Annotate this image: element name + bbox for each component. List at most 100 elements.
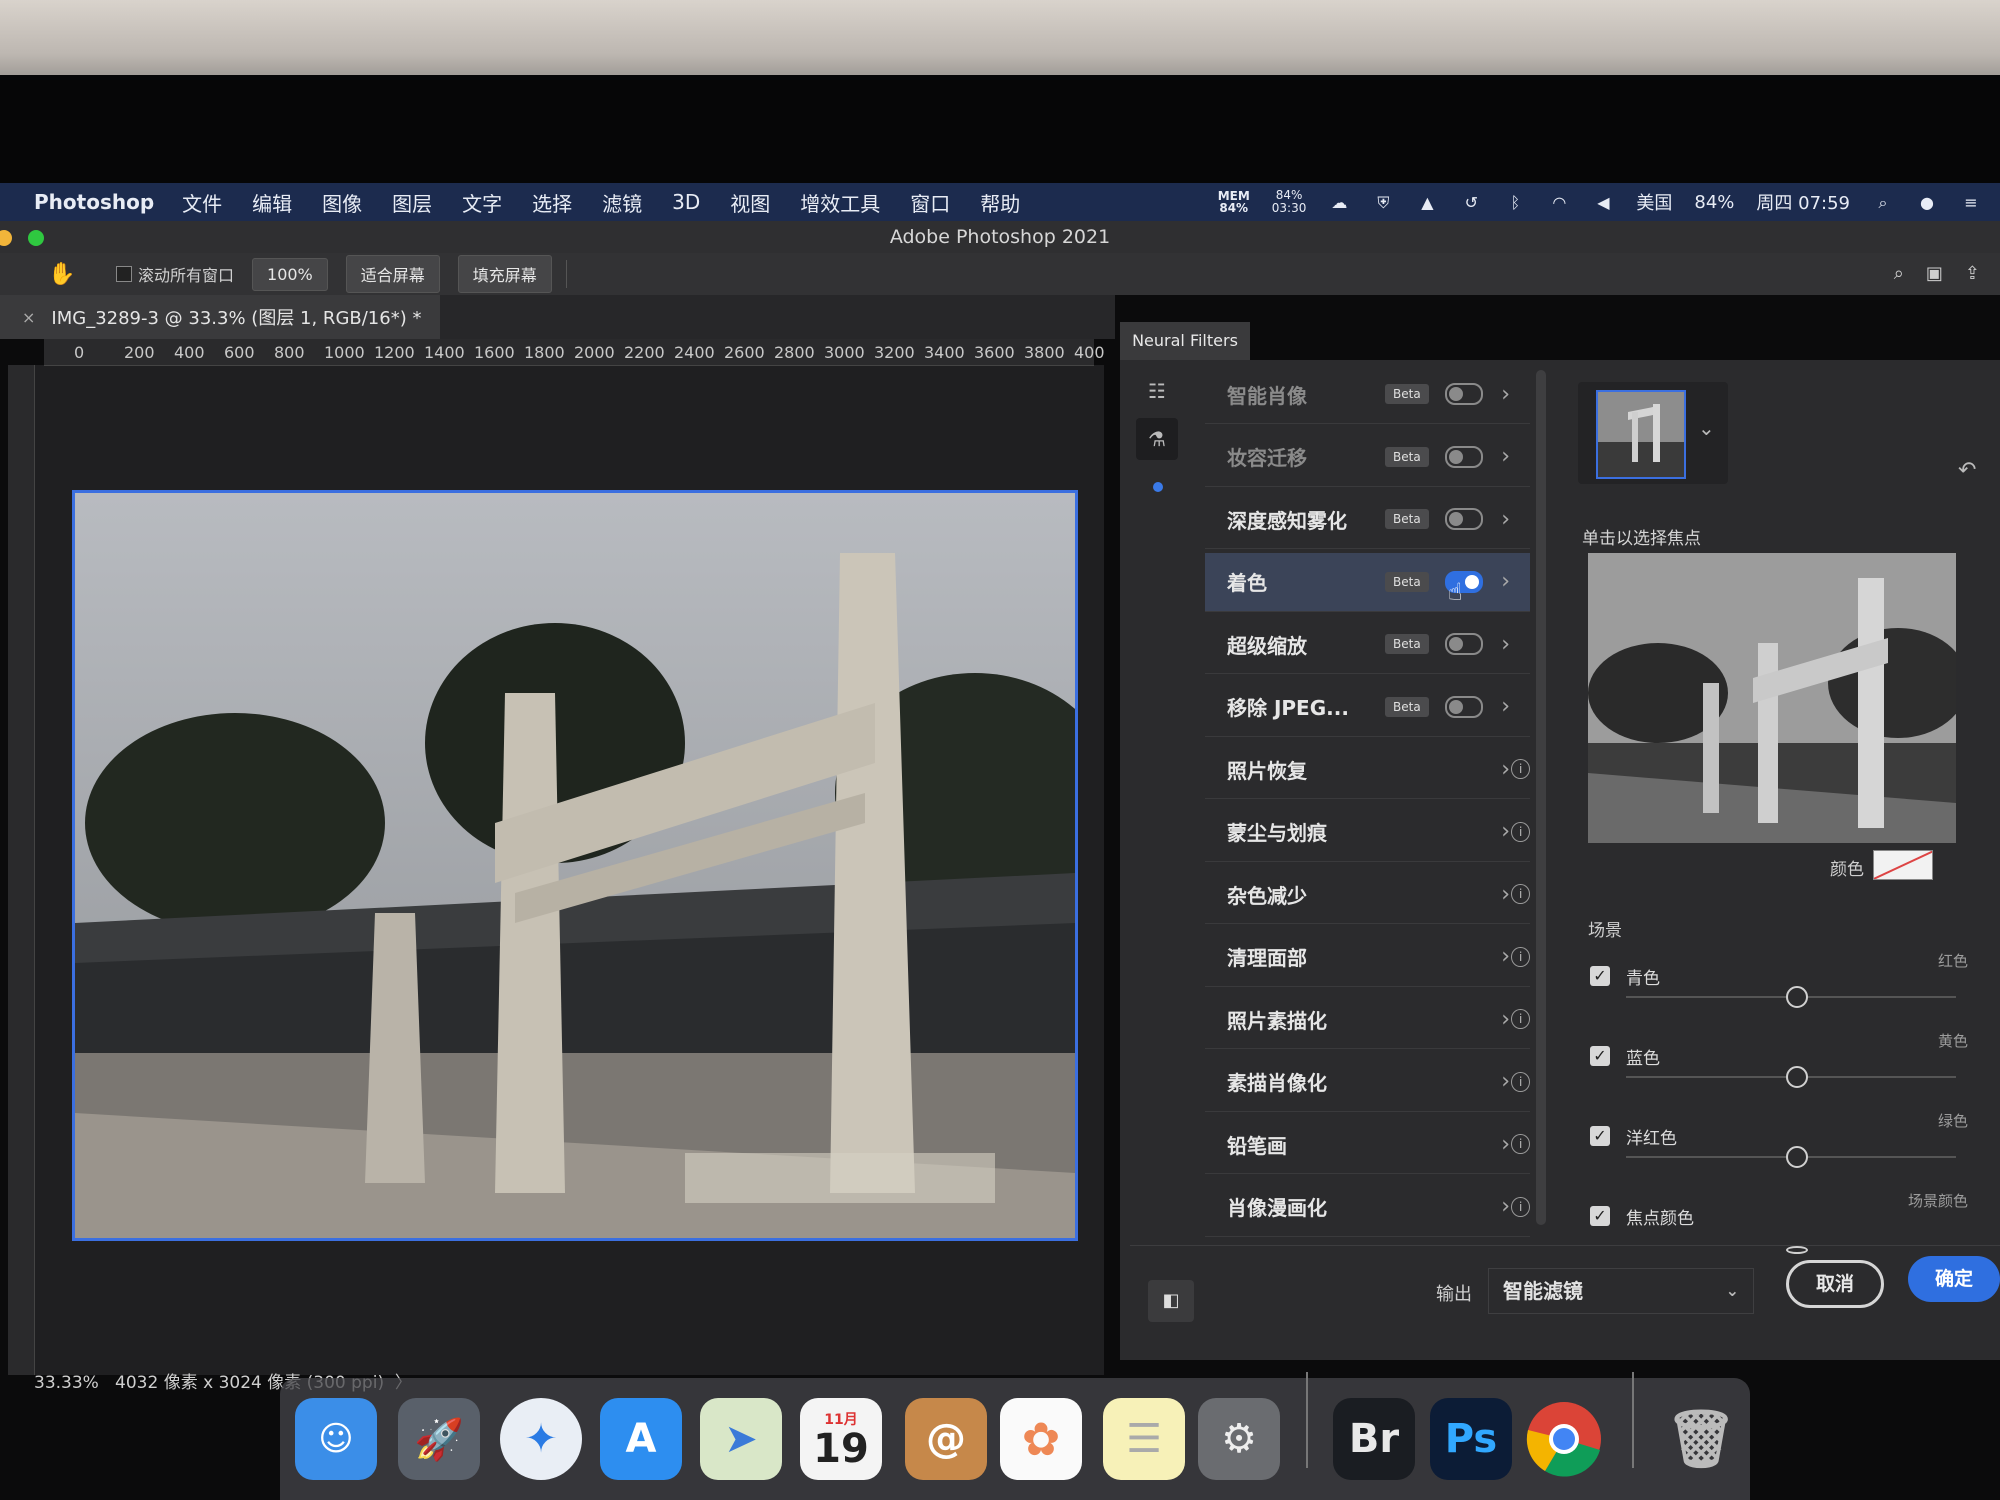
chevron-right-icon[interactable]: › xyxy=(1501,944,1510,969)
trash-icon[interactable]: 🗑 xyxy=(1660,1398,1742,1480)
cancel-button[interactable]: 取消 xyxy=(1786,1260,1884,1308)
battery-percent[interactable]: 84% xyxy=(1694,192,1734,213)
fill-screen-button[interactable]: 填充屏幕 xyxy=(457,255,552,293)
filter-row[interactable]: 铅笔画 i › xyxy=(1205,1115,1530,1174)
menu-plugins[interactable]: 增效工具 xyxy=(800,188,880,217)
search-icon[interactable]: ⌕ xyxy=(1894,263,1904,284)
zoom-button[interactable] xyxy=(28,230,44,246)
notification-icon[interactable]: ▲ xyxy=(1416,193,1438,212)
chevron-right-icon[interactable]: › xyxy=(1501,882,1510,907)
checkbox-box[interactable] xyxy=(116,266,132,282)
filter-row[interactable]: 超级缩放 Beta › xyxy=(1205,615,1530,674)
scroll-all-windows-checkbox[interactable]: 滚动所有窗口 xyxy=(116,262,234,286)
horizontal-ruler[interactable]: 0 200 400 600 800 1000 1200 1400 1600 1800 2000 220… xyxy=(44,339,1105,366)
launchpad-icon[interactable]: 🚀 xyxy=(398,1398,480,1480)
finder-icon[interactable]: ☺ xyxy=(295,1398,377,1480)
clock[interactable]: 周四 07:59 xyxy=(1756,189,1850,215)
chevron-right-icon[interactable]: › xyxy=(1501,569,1510,594)
sliders-icon[interactable]: ☷ xyxy=(1136,370,1178,412)
control-center-icon[interactable]: ≡ xyxy=(1960,193,1982,212)
chevron-right-icon[interactable]: › xyxy=(1501,507,1510,532)
filter-row[interactable]: 智能肖像 Beta › xyxy=(1205,365,1530,424)
menu-app-name[interactable]: Photoshop xyxy=(34,190,154,214)
workspace-icon[interactable]: ▣ xyxy=(1926,263,1943,284)
memory-status[interactable]: MEM 84% xyxy=(1218,190,1250,214)
menu-edit[interactable]: 编辑 xyxy=(252,188,292,217)
slider-checkbox[interactable]: ✓ xyxy=(1590,966,1610,986)
system-preferences-icon[interactable]: ⚙ xyxy=(1198,1398,1280,1480)
input-region[interactable]: 美国 xyxy=(1636,189,1672,215)
close-icon[interactable]: × xyxy=(22,308,35,327)
filter-row[interactable]: 照片素描化 i › xyxy=(1205,990,1530,1049)
siri-icon[interactable]: ● xyxy=(1916,193,1938,212)
filter-row[interactable]: 清理面部 i › xyxy=(1205,928,1530,987)
zoom-status[interactable]: 33.33% xyxy=(34,1373,99,1393)
spotlight-search-icon[interactable]: ⌕ xyxy=(1872,193,1894,212)
menu-layer[interactable]: 图层 xyxy=(392,188,432,217)
info-icon[interactable]: i xyxy=(1511,821,1530,842)
chevron-right-icon[interactable]: › xyxy=(1501,1132,1510,1157)
document-tab[interactable]: × IMG_3289-3 @ 33.3% (图层 1, RGB/16*) * xyxy=(0,295,440,339)
chevron-right-icon[interactable]: › xyxy=(1501,382,1510,407)
info-icon[interactable]: i xyxy=(1511,1071,1530,1092)
info-icon[interactable]: i xyxy=(1511,1009,1530,1029)
menu-image[interactable]: 图像 xyxy=(322,188,362,217)
menu-help[interactable]: 帮助 xyxy=(980,188,1020,217)
slider-checkbox[interactable]: ✓ xyxy=(1590,1206,1610,1226)
neural-filters-tab[interactable]: Neural Filters xyxy=(1120,322,1250,360)
slider-checkbox[interactable]: ✓ xyxy=(1590,1126,1610,1146)
contacts-icon[interactable]: @ xyxy=(905,1398,987,1480)
filter-toggle[interactable] xyxy=(1444,508,1483,530)
filter-toggle[interactable] xyxy=(1444,445,1483,468)
filter-toggle[interactable] xyxy=(1444,633,1483,655)
filter-toggle[interactable] xyxy=(1444,695,1483,718)
chevron-right-icon[interactable]: › xyxy=(1501,757,1510,782)
bridge-icon[interactable]: Br xyxy=(1333,1398,1415,1480)
chrome-icon[interactable] xyxy=(1523,1398,1605,1480)
info-icon[interactable]: i xyxy=(1511,1196,1530,1217)
ok-button[interactable]: 确定 xyxy=(1908,1256,2000,1302)
menu-type[interactable]: 文字 xyxy=(462,188,502,217)
hand-tool-icon[interactable]: ✋ xyxy=(48,262,76,287)
compare-toggle-icon[interactable]: ◧ xyxy=(1148,1280,1194,1322)
chevron-right-icon[interactable]: › xyxy=(1501,1069,1510,1094)
photoshop-icon[interactable]: Ps xyxy=(1430,1398,1512,1480)
document-image[interactable] xyxy=(72,490,1078,1241)
output-select[interactable]: 智能滤镜 ⌄ xyxy=(1488,1268,1754,1314)
filter-list-scrollbar[interactable] xyxy=(1536,370,1546,1225)
filter-row[interactable]: 肖像漫画化 i › xyxy=(1205,1178,1530,1237)
focus-preview[interactable] xyxy=(1588,553,1956,843)
shield-icon[interactable]: ⛨ xyxy=(1372,193,1394,212)
app-store-icon[interactable]: A xyxy=(600,1398,682,1480)
menu-select[interactable]: 选择 xyxy=(532,188,572,217)
filter-row[interactable]: 妆容迁移 Beta › xyxy=(1205,428,1530,487)
filter-row[interactable]: 深度感知雾化 Beta › xyxy=(1205,490,1530,549)
filter-row[interactable]: 照片恢复 i › xyxy=(1205,740,1530,799)
share-icon[interactable]: ⇪ xyxy=(1965,263,1980,284)
reset-icon[interactable]: ↶ xyxy=(1958,458,1976,483)
chevron-right-icon[interactable]: › xyxy=(1501,1194,1510,1219)
menu-view[interactable]: 视图 xyxy=(730,188,770,217)
filter-row[interactable]: 着色 Beta › xyxy=(1205,552,1530,612)
chevron-right-icon[interactable]: › xyxy=(1501,1007,1510,1032)
info-icon[interactable]: i xyxy=(1511,884,1530,904)
safari-icon[interactable]: ✦ xyxy=(500,1398,582,1480)
chevron-right-icon[interactable]: › xyxy=(1501,819,1510,844)
chevron-right-icon[interactable]: › xyxy=(1501,632,1510,657)
minimize-button[interactable] xyxy=(0,230,12,246)
slider-knob[interactable] xyxy=(1786,1066,1808,1088)
volume-icon[interactable]: ◀ xyxy=(1592,193,1614,212)
fit-screen-button[interactable]: 适合屏幕 xyxy=(345,255,440,293)
maps-icon[interactable]: ➤ xyxy=(700,1398,782,1480)
beta-flask-icon[interactable]: ⚗ xyxy=(1136,418,1178,460)
calendar-icon[interactable]: 11月 19 xyxy=(800,1398,882,1480)
filter-row[interactable]: 移除 JPEG... Beta › xyxy=(1205,678,1530,737)
zoom-100-button[interactable]: 100% xyxy=(252,257,328,291)
battery-status-stats[interactable]: 84% 03:30 xyxy=(1272,189,1307,215)
info-icon[interactable]: i xyxy=(1511,946,1530,967)
reference-thumbnail[interactable] xyxy=(1596,390,1686,479)
menu-3d[interactable]: 3D xyxy=(672,190,700,214)
vertical-ruler[interactable] xyxy=(8,365,35,1375)
filter-row[interactable]: 蒙尘与划痕 i › xyxy=(1205,803,1530,862)
menu-file[interactable]: 文件 xyxy=(182,188,222,217)
